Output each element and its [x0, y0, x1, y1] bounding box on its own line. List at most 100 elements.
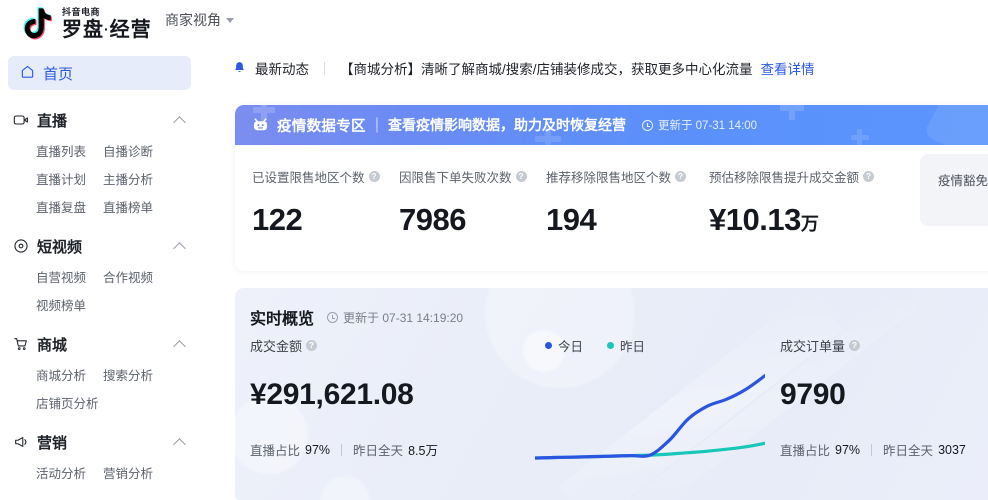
- metric-value: ¥291,621.08: [250, 378, 414, 411]
- sidebar-sublist-live: 直播列表 自播诊断 直播计划 主播分析 直播复盘 直播榜单: [0, 138, 200, 226]
- cart-icon: [12, 336, 29, 353]
- decor-cross-icon: [851, 129, 869, 145]
- metric-live-share-value: 97%: [305, 442, 331, 457]
- stat-label: 推荐移除限售地区个数: [546, 171, 672, 185]
- stat-value: 194: [546, 202, 597, 237]
- metric-yesterday-value: 8.5万: [408, 444, 438, 458]
- sidebar-item-self-video[interactable]: 自营视频: [36, 264, 103, 292]
- metric-yesterday-label: 昨日全天: [883, 444, 934, 458]
- sidebar-item-home[interactable]: 首页: [8, 56, 191, 90]
- sidebar-item-mall-analysis[interactable]: 商城分析: [36, 362, 103, 390]
- question-icon[interactable]: ?: [368, 171, 380, 182]
- legend-label: 今日: [558, 340, 584, 354]
- decor-cross-icon: [780, 105, 804, 120]
- main-content: 最新动态 【商城分析】清晰了解商城/搜索/店铺装修成交，获取更多中心化流量 查看…: [200, 48, 988, 500]
- chevron-up-icon: [175, 241, 186, 252]
- covid-banner: 疫情数据专区 | 查看疫情影响数据，助力及时恢复经营 更新于 07-31 14:…: [235, 105, 988, 145]
- metric-live-share-value: 97%: [835, 442, 861, 457]
- stat-value: 122: [252, 202, 303, 237]
- realtime-overview-panel: 实时概览 更新于 07-31 14:19:20 今日 昨日 成交金额 ? ¥29…: [235, 288, 988, 500]
- sidebar-item-search-analysis[interactable]: 搜索分析: [103, 362, 170, 390]
- sidebar-item-live-ranking[interactable]: 直播榜单: [103, 194, 170, 222]
- stat-value: ¥10.13万: [709, 202, 899, 238]
- decor-shape: [923, 105, 988, 145]
- stat-value: 7986: [399, 202, 466, 237]
- sidebar-item-shop-page-analysis[interactable]: 店铺页分析: [36, 390, 103, 418]
- sidebar-item-marketing-analysis[interactable]: 营销分析: [103, 460, 170, 488]
- metric-yesterday-value: 3037: [938, 442, 966, 457]
- metric-live-share-label: 直播占比: [780, 444, 831, 458]
- realtime-trend-chart: [535, 374, 765, 460]
- sidebar-item-live-list[interactable]: 直播列表: [36, 138, 103, 166]
- mask-face-icon: [252, 117, 269, 133]
- sidebar-group-title: 营销: [37, 434, 68, 452]
- sidebar-group-header-shortvideo[interactable]: 短视频: [0, 228, 200, 264]
- brand-logo[interactable]: 抖音电商 罗盘·经营: [18, 5, 152, 43]
- sidebar-item-live-diagnose[interactable]: 自播诊断: [103, 138, 170, 166]
- brand-name-2: 经营: [109, 19, 152, 41]
- covid-data-card: 疫情数据专区 | 查看疫情影响数据，助力及时恢复经营 更新于 07-31 14:…: [235, 105, 988, 271]
- sidebar-group-title: 直播: [37, 112, 68, 130]
- stat-value-unit: 万: [800, 214, 819, 234]
- metric-yesterday-label: 昨日全天: [353, 444, 404, 458]
- realtime-header: 实时概览 更新于 07-31 14:19:20: [250, 305, 463, 329]
- exemption-note-panel: 疫情豁免 137 个地: [920, 154, 988, 226]
- announcement-detail-link[interactable]: 查看详情: [761, 58, 815, 78]
- legend-dot-icon: [545, 342, 552, 349]
- sidebar-group-shortvideo: 短视频 自营视频 合作视频 视频榜单: [0, 228, 200, 324]
- decor-blob: [321, 476, 369, 500]
- covid-stats-row: 已设置限售地区个数 ? 122 因限售下单失败次数 ? 7986 推荐移除限售地…: [235, 145, 988, 238]
- question-icon[interactable]: ?: [306, 340, 318, 351]
- announcement-tag: 最新动态: [255, 62, 309, 77]
- sidebar-group-header-live[interactable]: 直播: [0, 102, 200, 138]
- covid-banner-title: 疫情数据专区: [277, 118, 366, 135]
- home-icon: [20, 64, 35, 83]
- question-icon[interactable]: ?: [675, 171, 687, 182]
- metric-orders-footer: 直播占比 97% 昨日全天 3037: [780, 440, 966, 459]
- metric-orders: 成交订单量 ? 9790: [780, 336, 861, 412]
- bell-icon: [233, 61, 246, 75]
- covid-updated-time: 更新于 07-31 14:00: [641, 117, 758, 133]
- question-icon[interactable]: ?: [849, 340, 861, 351]
- top-header-bar: 抖音电商 罗盘·经营 商家视角: [0, 0, 988, 48]
- realtime-updated-text: 更新于 07-31 14:19:20: [343, 310, 464, 325]
- sidebar-item-live-plan[interactable]: 直播计划: [36, 166, 103, 194]
- stat-failed-orders: 因限售下单失败次数 ? 7986: [399, 167, 546, 238]
- stat-recommend-remove-regions: 推荐移除限售地区个数 ? 194: [546, 167, 709, 238]
- sidebar-group-header-mall[interactable]: 商城: [0, 326, 200, 362]
- question-icon[interactable]: ?: [515, 171, 527, 182]
- sidebar-item-video-ranking[interactable]: 视频榜单: [36, 292, 103, 320]
- metric-label: 成交金额: [250, 339, 303, 354]
- realtime-updated: 更新于 07-31 14:19:20: [327, 309, 463, 326]
- covid-banner-subtitle: 查看疫情影响数据，助力及时恢复经营: [387, 117, 626, 133]
- sidebar-item-activity-analysis[interactable]: 活动分析: [36, 460, 103, 488]
- sidebar-sublist-shortvideo: 自营视频 合作视频 视频榜单: [0, 264, 200, 324]
- divider: [341, 443, 343, 456]
- sidebar-item-live-review[interactable]: 直播复盘: [36, 194, 103, 222]
- legend-item-yesterday[interactable]: 昨日: [607, 336, 645, 355]
- realtime-title: 实时概览: [250, 311, 315, 328]
- sidebar-group-header-marketing[interactable]: 营销: [0, 424, 200, 460]
- sidebar-sublist-marketing: 活动分析 营销分析: [0, 460, 200, 492]
- sidebar-item-partner-video[interactable]: 合作视频: [103, 264, 170, 292]
- sidebar-item-anchor-analysis[interactable]: 主播分析: [103, 166, 170, 194]
- sidebar-groups: 直播 直播列表 自播诊断 直播计划 主播分析 直播复盘 直播榜单 短视频 自营视…: [0, 100, 200, 492]
- metric-gmv-footer: 直播占比 97% 昨日全天 8.5万: [250, 440, 438, 459]
- divider: [871, 443, 873, 456]
- announcement-bar: 最新动态 【商城分析】清晰了解商城/搜索/店铺装修成交，获取更多中心化流量 查看…: [200, 48, 988, 88]
- play-circle-icon: [12, 238, 29, 255]
- sidebar-home-label: 首页: [43, 65, 74, 83]
- announcement-text: 【商城分析】清晰了解商城/搜索/店铺装修成交，获取更多中心化流量: [340, 62, 753, 77]
- covid-updated-text: 更新于 07-31 14:00: [657, 120, 758, 132]
- chevron-up-icon: [175, 437, 186, 448]
- legend-item-today[interactable]: 今日: [545, 336, 583, 355]
- sidebar-group-marketing: 营销 活动分析 营销分析: [0, 424, 200, 492]
- live-video-icon: [12, 112, 29, 129]
- exemption-note-text: 疫情豁免 137 个地: [938, 174, 988, 188]
- clock-icon: [641, 119, 653, 131]
- perspective-selector[interactable]: 商家视角: [165, 10, 234, 30]
- question-icon[interactable]: ?: [863, 171, 875, 182]
- app-root: 抖音电商 罗盘·经营 商家视角 首页 直播 直播列表 自播诊断 直播计划 主播分…: [0, 0, 988, 500]
- chevron-up-icon: [175, 115, 186, 126]
- clock-icon: [327, 311, 339, 323]
